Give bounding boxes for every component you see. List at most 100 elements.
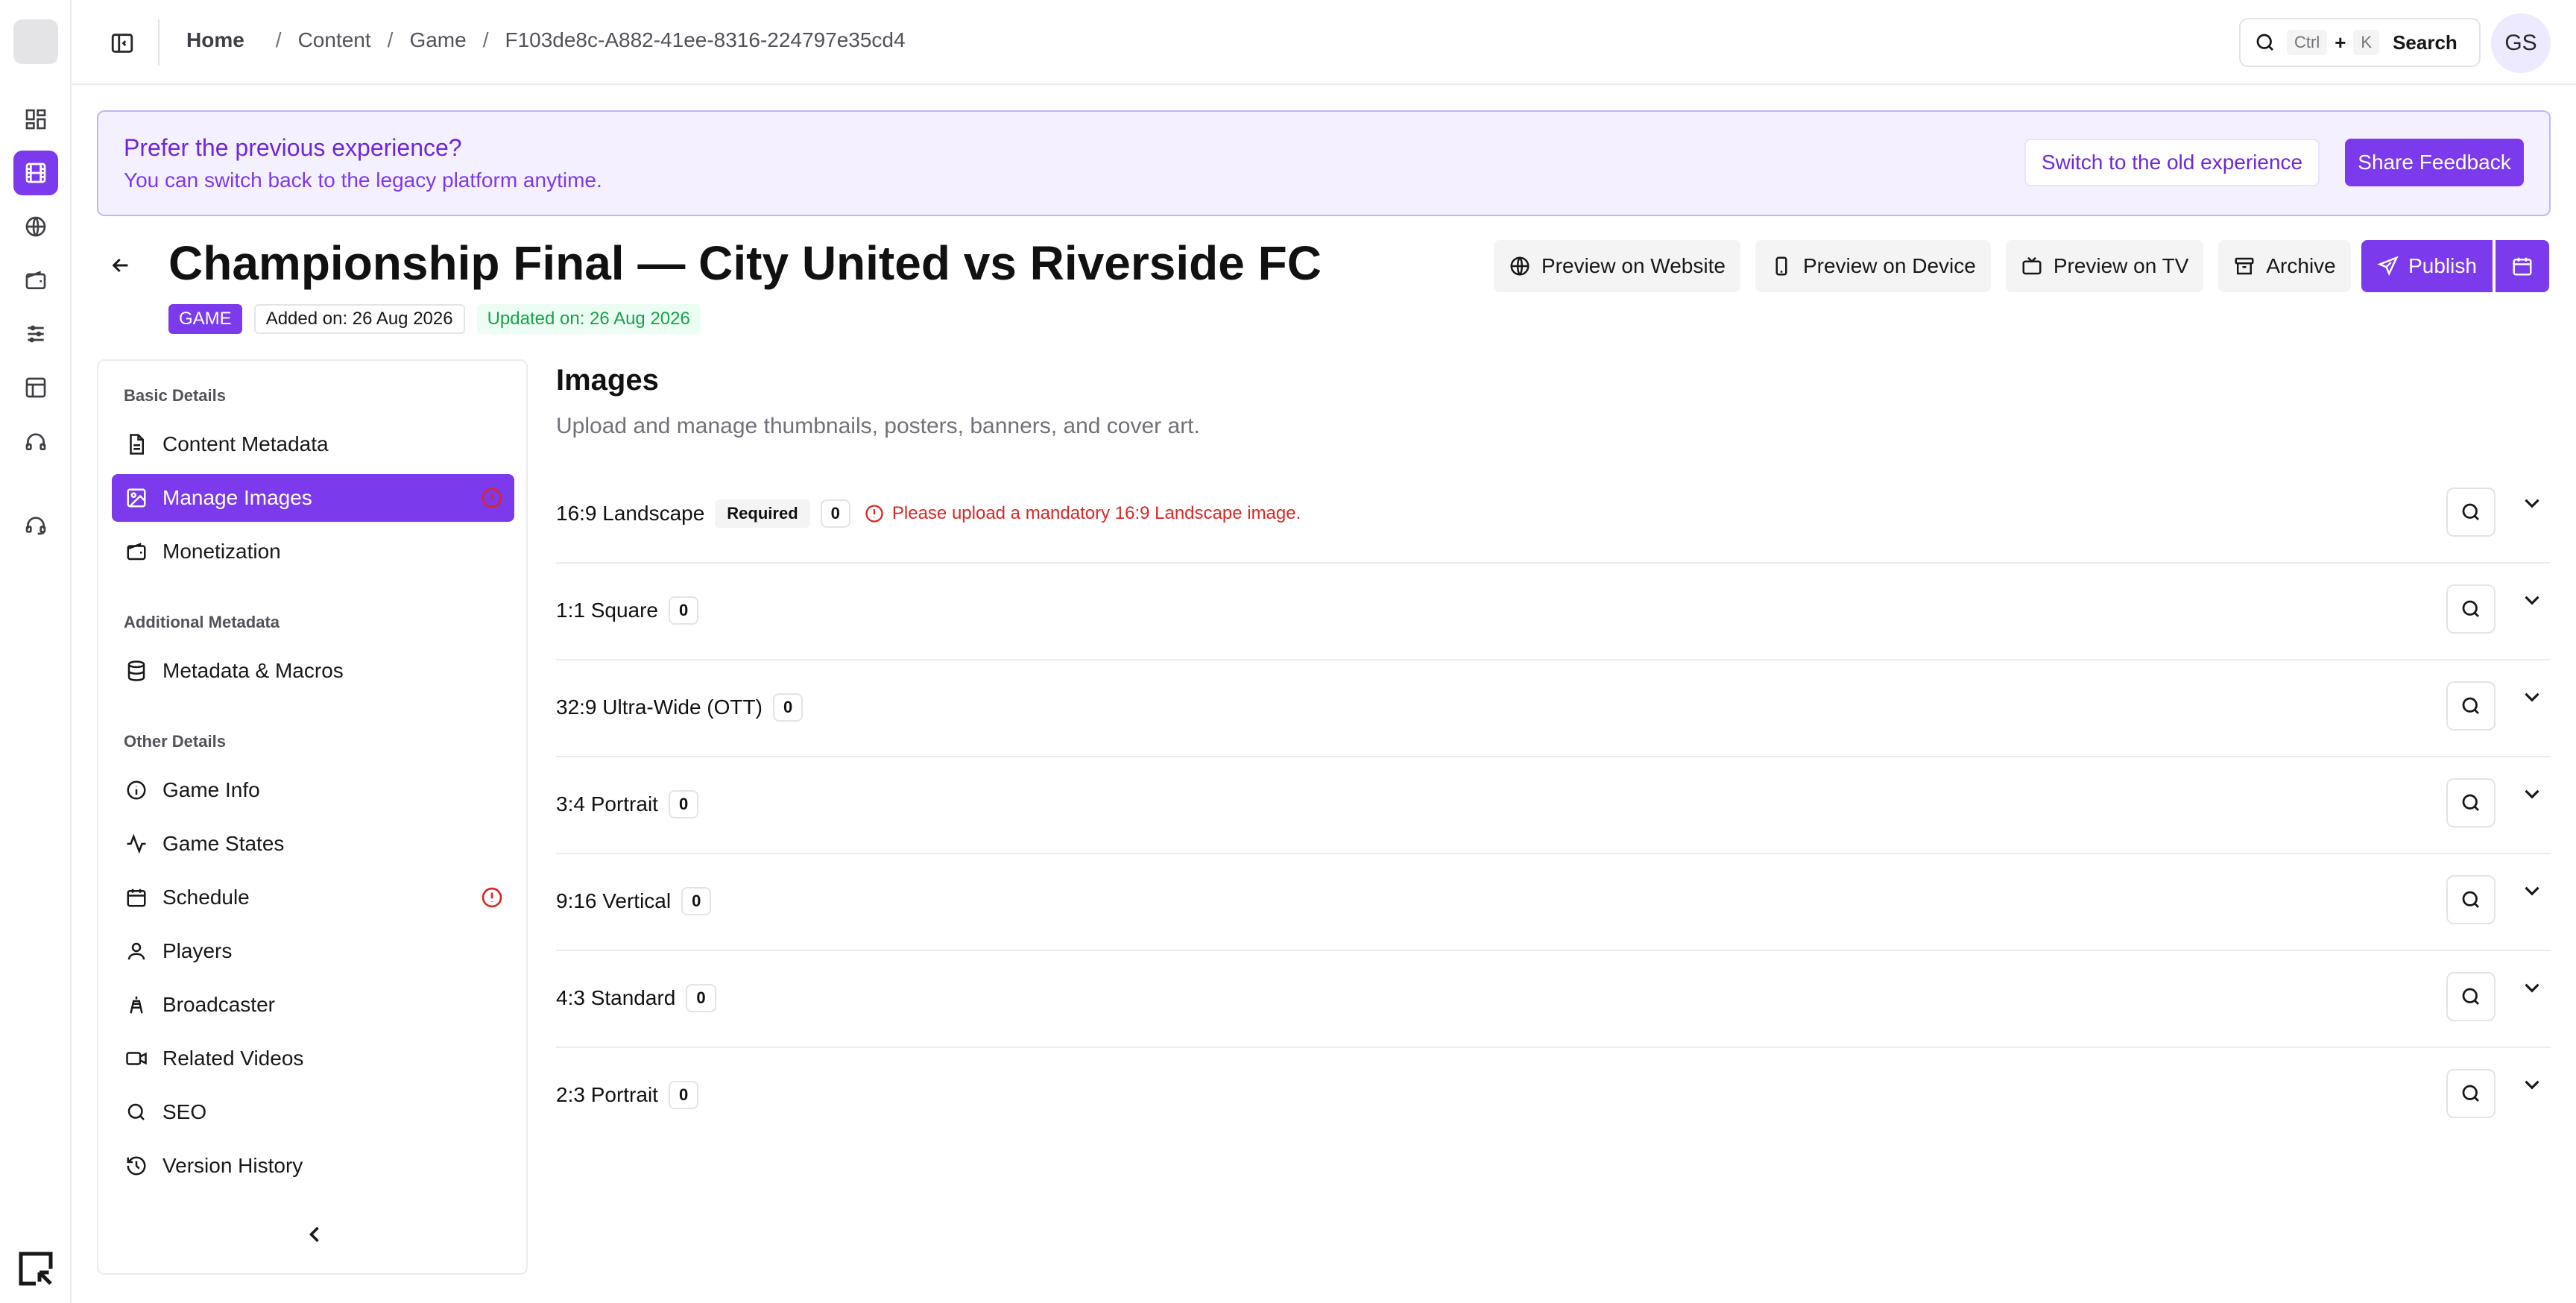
chevron-down-icon[interactable] [2519,490,2545,516]
section-title: Images [556,364,659,397]
preview-device-label: Preview on Device [1802,254,1976,277]
chevron-left-icon[interactable] [301,1221,328,1248]
archive-icon [2235,257,2254,275]
chevron-down-icon[interactable] [2519,684,2545,710]
calendar-icon [2513,257,2532,276]
globe-icon[interactable] [13,204,58,249]
sidebar-item-broadcaster[interactable]: Broadcaster [112,981,514,1029]
images-panel: Images Upload and manage thumbnails, pos… [556,359,2551,1118]
sidebar-item-label: Version History [162,1154,303,1177]
search-icon [2256,34,2273,51]
search-icon [127,1103,145,1120]
breadcrumb-separator: / [275,28,282,51]
back-arrow-icon[interactable] [104,249,137,282]
added-date-badge: Added on: 26 Aug 2026 [253,304,465,334]
search-image-button[interactable] [2446,681,2496,731]
image-row-label: 32:9 Ultra-Wide (OTT) [556,695,763,719]
image-row-vertical[interactable]: 9:16 Vertical 0 [556,854,2551,951]
chevron-down-icon[interactable] [2519,975,2545,1000]
switch-old-experience-button[interactable]: Switch to the old experience [2024,139,2320,186]
sliders-icon[interactable] [13,312,58,356]
search-image-button[interactable] [2446,972,2496,1021]
updated-date-badge: Updated on: 26 Aug 2026 [476,304,701,334]
breadcrumb-separator: / [387,28,394,51]
sidebar-item-label: Schedule [162,886,250,909]
sidebar-item-schedule[interactable]: Schedule [112,874,514,921]
search-button[interactable]: Ctrl + K Search [2239,18,2481,67]
preview-device-button[interactable]: Preview on Device [1755,240,1991,292]
file-text-icon [130,434,144,455]
publish-label: Publish [2408,254,2477,277]
support-icon[interactable] [13,502,58,547]
image-row-square[interactable]: 1:1 Square 0 [556,564,2551,660]
search-icon [2462,1085,2479,1102]
sidebar-item-game-info[interactable]: Game Info [112,766,514,814]
headphones-icon[interactable] [13,419,58,464]
search-image-button[interactable] [2446,1069,2496,1118]
chevron-down-icon[interactable] [2519,1072,2545,1097]
image-row-ultra-wide[interactable]: 32:9 Ultra-Wide (OTT) 0 [556,660,2551,757]
shortcut-key-ctrl: Ctrl [2287,30,2328,55]
sidebar-item-related-videos[interactable]: Related Videos [112,1035,514,1082]
app: Home / Content / Game / F103de8c-A882-41… [0,0,2576,1303]
section-other-details: Other Details [124,732,226,751]
chevron-down-icon[interactable] [2519,587,2545,613]
image-row-label: 2:3 Portrait [556,1083,658,1106]
sidebar-item-seo[interactable]: SEO [112,1088,514,1136]
database-icon [127,660,145,681]
chevron-down-icon[interactable] [2519,878,2545,903]
globe-icon [1510,256,1530,276]
image-row-label: 9:16 Vertical [556,889,672,912]
wallet-icon [127,543,146,561]
layout-icon[interactable] [13,365,58,410]
sidebar-item-label: Broadcaster [162,993,275,1016]
film-icon[interactable] [13,151,58,195]
sidebar-item-players[interactable]: Players [112,927,514,975]
sidebar-item-monetization[interactable]: Monetization [112,528,514,575]
share-feedback-button[interactable]: Share Feedback [2345,139,2524,186]
breadcrumb-game[interactable]: Game [409,28,466,52]
preview-tv-button[interactable]: Preview on TV [2005,240,2204,292]
schedule-publish-button[interactable] [2496,240,2549,292]
wallet-icon[interactable] [13,258,58,303]
search-image-button[interactable] [2446,584,2496,634]
chevron-down-icon[interactable] [2519,781,2545,807]
sidebar-item-version-history[interactable]: Version History [112,1142,514,1190]
history-icon [127,1156,146,1176]
breadcrumb-home[interactable]: Home [186,28,244,52]
section-additional-metadata: Additional Metadata [124,613,280,631]
app-logo[interactable] [13,19,58,64]
sidebar-item-label: Manage Images [162,486,312,509]
sidebar-item-manage-images[interactable]: Manage Images [112,474,514,522]
search-image-button[interactable] [2446,778,2496,827]
publish-button[interactable]: Publish [2361,240,2493,292]
error-text: Please upload a mandatory 16:9 Landscape… [891,503,1301,523]
page-title: Championship Final — City United vs Rive… [168,236,1322,290]
alert-circle-icon [865,505,883,523]
sidebar-item-content-metadata[interactable]: Content Metadata [112,420,514,468]
section-basic-details: Basic Details [124,386,226,405]
banner-subtitle: You can switch back to the legacy platfo… [124,168,602,192]
sidebar-item-metadata-macros[interactable]: Metadata & Macros [112,647,514,695]
preview-website-button[interactable]: Preview on Website [1494,240,1740,292]
image-row-portrait-2-3[interactable]: 2:3 Portrait 0 [556,1048,2551,1145]
search-image-button[interactable] [2446,488,2496,537]
breadcrumb-content[interactable]: Content [298,28,371,52]
sidebar-item-game-states[interactable]: Game States [112,820,514,868]
image-row-landscape[interactable]: 16:9 Landscape Required 0 Please upload … [556,467,2551,564]
screen-cursor-icon[interactable] [13,1246,58,1291]
sidebar-item-label: Game Info [162,778,260,801]
activity-icon [127,833,146,854]
sidebar-item-label: Related Videos [162,1047,304,1070]
search-icon [2462,600,2479,617]
image-row-portrait-3-4[interactable]: 3:4 Portrait 0 [556,757,2551,854]
sidebar-toggle-icon[interactable] [106,27,139,60]
image-row-label: 4:3 Standard [556,986,676,1009]
required-badge: Required [715,499,810,528]
archive-button[interactable]: Archive [2218,240,2351,292]
avatar[interactable]: GS [2491,13,2551,73]
dashboard-icon[interactable] [13,97,58,142]
tower-icon [130,996,143,1014]
search-image-button[interactable] [2446,875,2496,924]
image-row-standard[interactable]: 4:3 Standard 0 [556,951,2551,1048]
